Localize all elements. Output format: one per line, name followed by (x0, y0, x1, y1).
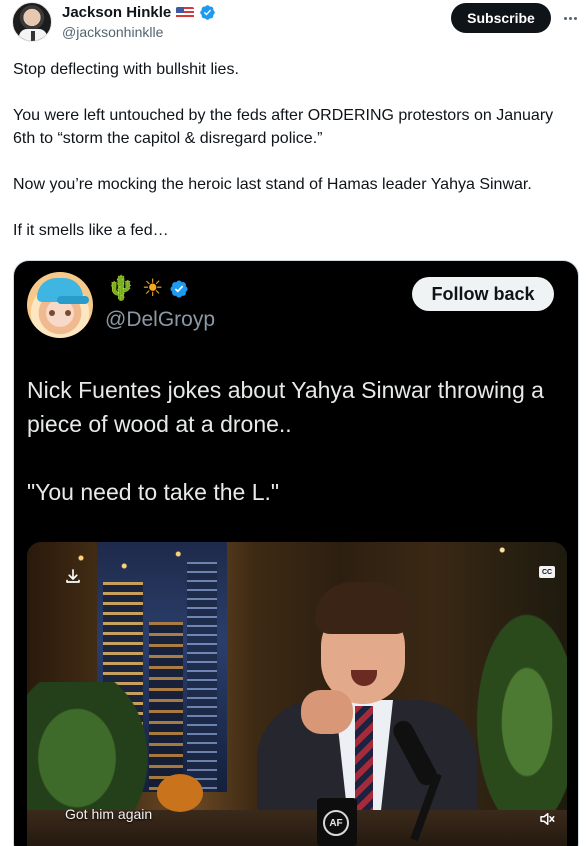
cactus-icon: 🌵 (106, 275, 136, 302)
tweet-paragraph: You were left untouched by the feds afte… (13, 107, 554, 147)
verified-badge-icon[interactable] (199, 4, 216, 21)
video-caption: Got him again (65, 806, 153, 822)
quoted-paragraph: Nick Fuentes jokes about Yahya Sinwar th… (27, 377, 544, 437)
tweet-paragraph: Stop deflecting with bullshit lies. (13, 61, 239, 78)
author-avatar[interactable] (12, 2, 52, 42)
avatar-tie (31, 31, 35, 41)
quoted-avatar[interactable] (27, 272, 93, 338)
quoted-text: Nick Fuentes jokes about Yahya Sinwar th… (27, 373, 572, 509)
closed-captions-icon[interactable]: CC (539, 566, 555, 578)
mug-logo: AF (323, 810, 349, 836)
avatar-cap-brim (57, 296, 89, 304)
quoted-paragraph: "You need to take the L." (27, 479, 280, 505)
sun-icon: ☀ (141, 275, 164, 302)
verified-badge-icon (170, 280, 188, 298)
more-options-icon[interactable] (559, 8, 581, 28)
us-flag-icon (176, 6, 195, 19)
mute-icon[interactable] (535, 808, 559, 830)
tweet-paragraph: If it smells like a fed… (13, 222, 169, 239)
tweet-header: Jackson Hinkle @jacksonhinklle Subscribe (0, 0, 587, 48)
author-handle[interactable]: @jacksonhinklle (62, 24, 163, 40)
quoted-handle[interactable]: @DelGroyp (105, 308, 215, 332)
author-name[interactable]: Jackson Hinkle (62, 4, 171, 21)
author-name-row: Jackson Hinkle (62, 4, 216, 21)
embedded-media[interactable]: 🌵 ☀ @DelGroyp Follow back Nick Fuentes j… (13, 260, 579, 846)
follow-back-button[interactable]: Follow back (412, 277, 554, 311)
quoted-name-emojis: 🌵 ☀ (106, 277, 189, 301)
video-player[interactable]: AF CC Got him again (27, 542, 567, 846)
video-pumpkin (157, 774, 203, 812)
avatar-eye (65, 310, 71, 316)
speaker-hair (315, 582, 411, 634)
subscribe-button[interactable]: Subscribe (451, 3, 551, 33)
tweet-paragraph: Now you’re mocking the heroic last stand… (13, 176, 532, 193)
speaker-hand (301, 690, 353, 734)
tweet-text: Stop deflecting with bullshit lies. You … (13, 58, 579, 242)
avatar-eye (49, 310, 55, 316)
video-speaker (247, 582, 477, 846)
download-icon[interactable] (61, 564, 85, 588)
